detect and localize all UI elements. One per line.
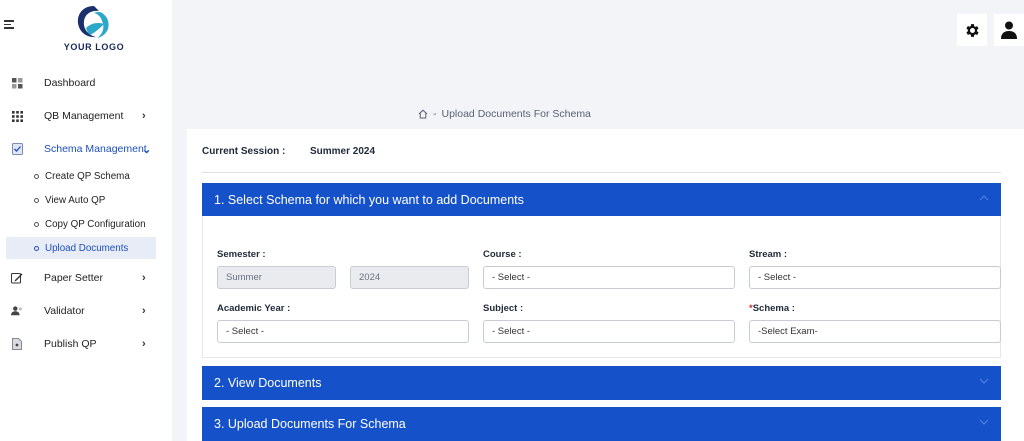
accordion-header-view-documents[interactable]: 2. View Documents bbox=[202, 366, 1001, 400]
checklist-icon bbox=[11, 143, 23, 155]
sidebar-item-qb-management[interactable]: QB Management › bbox=[0, 104, 172, 128]
main-card: Current Session : Summer 2024 1. Select … bbox=[187, 129, 1024, 441]
sidebar-subitem-view-auto-qp[interactable]: View Auto QP bbox=[6, 189, 156, 211]
subject-select[interactable]: - Select - bbox=[483, 320, 735, 343]
chevron-right-icon: › bbox=[142, 338, 146, 350]
sidebar-item-label: Dashboard bbox=[44, 77, 96, 89]
stream-label: Stream : bbox=[749, 249, 788, 260]
sidebar-item-label: QB Management bbox=[44, 110, 124, 122]
academic-year-select[interactable]: - Select - bbox=[217, 320, 469, 343]
subitem-label: Create QP Schema bbox=[45, 170, 130, 182]
logo-text: YOUR LOGO bbox=[63, 42, 125, 52]
grid-icon bbox=[11, 110, 23, 122]
semester-season-field: Summer bbox=[217, 266, 336, 289]
sidebar-item-label: Validator bbox=[44, 305, 85, 317]
breadcrumb-current: Upload Documents For Schema bbox=[441, 108, 591, 120]
logo-mark-icon bbox=[77, 6, 109, 38]
subitem-label: View Auto QP bbox=[45, 194, 106, 206]
accordion-title: 3. Upload Documents For Schema bbox=[214, 417, 406, 431]
users-icon bbox=[11, 305, 23, 317]
divider bbox=[202, 172, 1001, 173]
chevron-down-icon: ⌄ bbox=[142, 143, 152, 156]
bullet-icon bbox=[34, 173, 39, 179]
subitem-label: Copy QP Configuration bbox=[45, 218, 146, 230]
bullet-icon bbox=[34, 221, 39, 227]
breadcrumb: - Upload Documents For Schema bbox=[418, 108, 591, 120]
user-button[interactable] bbox=[994, 14, 1024, 46]
semester-year-field: 2024 bbox=[350, 266, 469, 289]
chevron-right-icon: › bbox=[142, 272, 146, 284]
document-icon bbox=[11, 338, 23, 350]
academic-year-label: Academic Year : bbox=[217, 303, 291, 314]
sidebar-subitem-create-qp-schema[interactable]: Create QP Schema bbox=[6, 165, 156, 187]
course-label: Course : bbox=[483, 249, 522, 260]
chevron-right-icon: › bbox=[142, 305, 146, 317]
sidebar: YOUR LOGO Dashboard QB Management › Sche… bbox=[0, 0, 172, 441]
settings-button[interactable] bbox=[957, 14, 987, 46]
sidebar-item-label: Paper Setter bbox=[44, 272, 103, 284]
sidebar-subitem-upload-documents[interactable]: Upload Documents bbox=[6, 237, 156, 259]
accordion-title: 1. Select Schema for which you want to a… bbox=[214, 193, 524, 207]
menu-toggle-icon[interactable] bbox=[4, 20, 14, 30]
subitem-label: Upload Documents bbox=[45, 242, 129, 254]
pencil-icon bbox=[11, 272, 23, 284]
schema-label-text: Schema : bbox=[752, 303, 795, 314]
bullet-icon bbox=[34, 245, 39, 251]
chevron-down-icon bbox=[979, 417, 989, 428]
accordion-header-upload-documents[interactable]: 3. Upload Documents For Schema bbox=[202, 407, 1001, 441]
chevron-down-icon bbox=[979, 376, 989, 387]
sidebar-item-dashboard[interactable]: Dashboard bbox=[0, 71, 172, 95]
gear-icon bbox=[965, 23, 979, 37]
accordion-body-select-schema: Semester : Course : Stream : Summer 2024… bbox=[202, 216, 1001, 358]
schema-label: *Schema : bbox=[749, 303, 795, 314]
accordion-header-select-schema[interactable]: 1. Select Schema for which you want to a… bbox=[202, 183, 1001, 217]
stream-select[interactable]: - Select - bbox=[749, 266, 1001, 289]
breadcrumb-separator: - bbox=[433, 108, 437, 120]
sidebar-item-schema-management[interactable]: Schema Management ⌄ bbox=[0, 137, 172, 161]
subject-label: Subject : bbox=[483, 303, 524, 314]
sidebar-item-validator[interactable]: Validator › bbox=[0, 299, 172, 323]
logo: YOUR LOGO bbox=[62, 4, 126, 52]
sidebar-item-publish-qp[interactable]: Publish QP › bbox=[0, 332, 172, 356]
schema-select[interactable]: -Select Exam- bbox=[749, 320, 1001, 343]
accordion-title: 2. View Documents bbox=[214, 376, 322, 390]
sidebar-item-label: Publish QP bbox=[44, 338, 97, 350]
sidebar-item-paper-setter[interactable]: Paper Setter › bbox=[0, 266, 172, 290]
chevron-up-icon bbox=[979, 193, 989, 204]
dashboard-icon bbox=[11, 77, 23, 89]
course-select[interactable]: - Select - bbox=[483, 266, 735, 289]
session-label: Current Session : bbox=[202, 146, 286, 157]
sidebar-item-label: Schema Management bbox=[44, 143, 147, 155]
sidebar-subitem-copy-qp-configuration[interactable]: Copy QP Configuration bbox=[6, 213, 156, 235]
semester-label: Semester : bbox=[217, 249, 266, 260]
bullet-icon bbox=[34, 197, 39, 203]
session-value: Summer 2024 bbox=[310, 146, 376, 157]
chevron-right-icon: › bbox=[142, 110, 146, 122]
home-icon[interactable] bbox=[418, 109, 428, 119]
user-icon bbox=[1001, 21, 1017, 39]
